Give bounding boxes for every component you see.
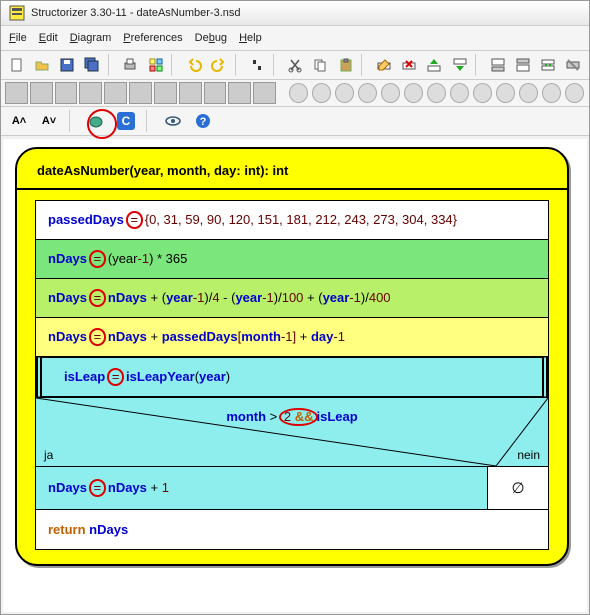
canvas[interactable]: dateAsNumber(year, month, day: int): int… [3,139,587,612]
if-block[interactable]: isLeap = isLeapYear(year) month > 2 && i… [35,357,549,510]
app-icon [9,5,25,21]
arrange-button[interactable] [144,53,167,77]
color-3[interactable] [358,83,377,103]
color-7[interactable] [450,83,469,103]
move-down-button[interactable] [448,53,471,77]
edit-element-button[interactable] [372,53,395,77]
menu-file[interactable]: File [9,32,27,44]
label-nein: nein [517,448,540,462]
menu-diagram[interactable]: Diagram [70,32,112,44]
el-while[interactable] [104,82,127,104]
color-9[interactable] [496,83,515,103]
row-passedDays[interactable]: passedDays = {0, 31, 59, 90, 120, 151, 1… [35,200,549,240]
delete-button[interactable] [397,53,420,77]
collapse-button[interactable] [486,53,509,77]
save-all-button[interactable] [81,53,104,77]
font-up-button[interactable]: A˄ [7,109,31,133]
move-up-button[interactable] [423,53,446,77]
color-1[interactable] [312,83,331,103]
el-if[interactable] [30,82,53,104]
window-title: Structorizer 3.30-11 - dateAsNumber-3.ns… [31,7,241,19]
color-4[interactable] [381,83,400,103]
cut-button[interactable] [284,53,307,77]
el-endless[interactable] [154,82,177,104]
undo-button[interactable] [182,53,205,77]
toolbar-view: A˄ A˅ C ? [1,107,589,136]
label-ja: ja [44,448,53,462]
row-isleap-call[interactable]: isLeap = isLeapYear(year) [36,357,548,397]
menubar: File Edit Diagram Preferences Debug Help [1,26,589,51]
row-ndays-month[interactable]: nDays = nDays + passedDays[month-1] + da… [35,318,549,357]
if-condition[interactable]: month > 2 && isLeap ja nein [36,397,548,466]
branch-then[interactable]: nDays = nDays + 1 [36,467,488,509]
row-ndays-leap[interactable]: nDays = nDays + (year-1)/4 - (year-1)/10… [35,279,549,318]
menu-preferences[interactable]: Preferences [123,32,182,44]
row-return[interactable]: return nDays [35,510,549,550]
paste-button[interactable] [334,53,357,77]
el-for[interactable] [79,82,102,104]
copy-button[interactable] [309,53,332,77]
transmute-button[interactable] [537,53,560,77]
row-ndays-init[interactable]: nDays = (year-1) * 365 [35,240,549,279]
open-button[interactable] [30,53,53,77]
branch-else[interactable]: ∅ [488,467,548,509]
toolbar-main [1,51,589,80]
redo-button[interactable] [207,53,230,77]
nsd-diagram[interactable]: dateAsNumber(year, month, day: int): int… [15,147,569,566]
color-2[interactable] [335,83,354,103]
c-icon: C [117,112,135,130]
disable-button[interactable] [562,53,585,77]
turtle-button[interactable] [84,109,108,133]
toolbar-elements [1,80,589,107]
menu-help[interactable]: Help [239,32,262,44]
titlebar: Structorizer 3.30-11 - dateAsNumber-3.ns… [1,1,589,26]
expand-button[interactable] [511,53,534,77]
el-repeat[interactable] [129,82,152,104]
c-style-button[interactable]: C [114,109,138,133]
cond-text: month > 2 && isLeap [36,408,548,426]
color-12[interactable] [565,83,584,103]
color-5[interactable] [404,83,423,103]
new-button[interactable] [5,53,28,77]
svg-text:?: ? [200,116,207,128]
el-call[interactable] [179,82,202,104]
nsd-header[interactable]: dateAsNumber(year, month, day: int): int [17,149,567,190]
color-6[interactable] [427,83,446,103]
find-button[interactable] [246,53,269,77]
save-button[interactable] [56,53,79,77]
print-button[interactable] [119,53,142,77]
el-parallel[interactable] [228,82,251,104]
color-0[interactable] [289,83,308,103]
el-instruction[interactable] [5,82,28,104]
menu-edit[interactable]: Edit [39,32,58,44]
menu-debug[interactable]: Debug [195,32,227,44]
el-try[interactable] [253,82,276,104]
el-case[interactable] [55,82,78,104]
font-down-button[interactable]: A˅ [37,109,61,133]
eye-button[interactable] [161,109,185,133]
color-8[interactable] [473,83,492,103]
color-10[interactable] [519,83,538,103]
el-jump[interactable] [204,82,227,104]
app-window: Structorizer 3.30-11 - dateAsNumber-3.ns… [0,0,590,615]
help-button[interactable]: ? [191,109,215,133]
color-11[interactable] [542,83,561,103]
